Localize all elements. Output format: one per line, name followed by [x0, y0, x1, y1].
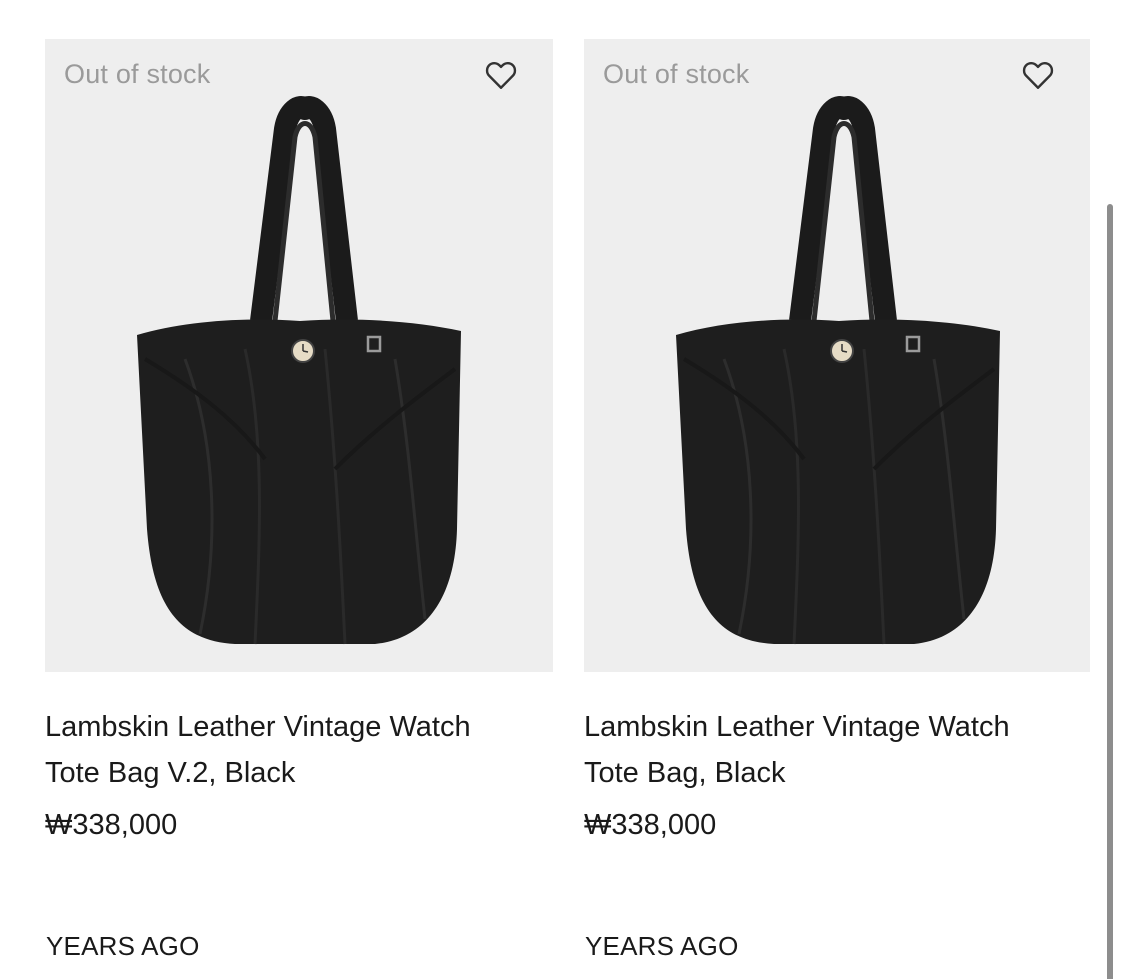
tote-bag-illustration — [676, 96, 1000, 645]
product-title[interactable]: Lambskin Leather Vintage Watch Tote Bag,… — [584, 704, 1104, 796]
product-card[interactable]: Out of stock Lambskin Leather Vintage Wa… — [584, 39, 1090, 961]
product-title-line-1: Lambskin Leather Vintage Watch — [584, 711, 1010, 743]
product-price: ₩338,000 — [45, 809, 178, 841]
listing-age: YEARS AGO — [46, 931, 200, 961]
tote-bag-illustration — [137, 96, 461, 645]
heart-icon[interactable] — [1020, 57, 1056, 93]
listing-age: YEARS AGO — [585, 931, 739, 961]
product-grid: Out of stock Lambskin Leather Vintage Wa… — [0, 0, 1125, 979]
product-title-line-1: Lambskin Leather Vintage Watch — [45, 711, 471, 743]
product-title[interactable]: Lambskin Leather Vintage Watch Tote Bag … — [45, 704, 565, 796]
product-image[interactable]: Out of stock — [584, 39, 1090, 672]
product-title-line-2: Tote Bag V.2, Black — [45, 757, 296, 789]
product-image[interactable]: Out of stock — [45, 39, 553, 672]
heart-icon[interactable] — [483, 57, 519, 93]
scrollbar[interactable] — [1107, 204, 1113, 979]
product-title-line-2: Tote Bag, Black — [584, 757, 786, 789]
product-card[interactable]: Out of stock Lambskin Leather Vintage Wa… — [45, 39, 553, 961]
product-price: ₩338,000 — [584, 809, 717, 841]
